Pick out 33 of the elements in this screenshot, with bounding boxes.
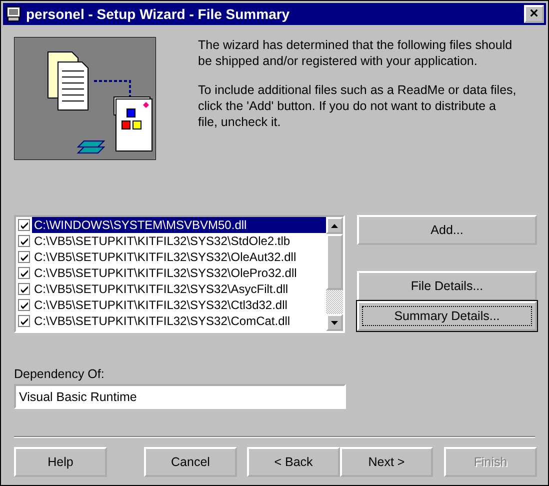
file-checkbox[interactable] bbox=[18, 299, 30, 311]
scrollbar[interactable] bbox=[326, 217, 343, 331]
side-button[interactable]: Add... bbox=[357, 215, 537, 245]
file-path[interactable]: C:\VB5\SETUPKIT\KITFIL32\SYS32\AsycFilt.dll bbox=[32, 281, 326, 297]
window-title: personel - Setup Wizard - File Summary bbox=[26, 6, 291, 22]
file-checkbox[interactable] bbox=[18, 251, 30, 263]
file-checkbox[interactable] bbox=[18, 267, 30, 279]
footer-button[interactable]: Help bbox=[14, 447, 107, 477]
file-checkbox[interactable] bbox=[18, 235, 30, 247]
file-list[interactable] bbox=[14, 215, 345, 333]
footer-button[interactable]: Next > bbox=[340, 447, 433, 477]
file-path[interactable]: C:\VB5\SETUPKIT\KITFIL32\SYS32\OlePro32.dll bbox=[32, 265, 326, 281]
file-path[interactable]: C:\VB5\SETUPKIT\KITFIL32\SYS32\Ctl3d32.dll bbox=[32, 297, 326, 313]
footer-button[interactable]: Cancel bbox=[144, 447, 237, 477]
scroll-thumb[interactable] bbox=[326, 234, 343, 290]
side-button[interactable]: Summary Details... bbox=[357, 301, 537, 331]
file-checkbox[interactable] bbox=[18, 315, 30, 327]
side-button[interactable]: File Details... bbox=[357, 271, 537, 301]
file-path[interactable]: C:\VB5\SETUPKIT\KITFIL32\SYS32\OleAut32.dll bbox=[32, 249, 326, 265]
file-path[interactable]: C:\WINDOWS\SYSTEM\MSVBVM50.dll bbox=[32, 217, 326, 233]
file-checkbox[interactable] bbox=[18, 219, 30, 231]
computer-icon bbox=[5, 5, 23, 23]
dependency-label: Dependency Of: bbox=[14, 367, 106, 381]
scroll-down-icon[interactable] bbox=[326, 314, 343, 331]
close-button[interactable]: × bbox=[524, 5, 544, 23]
dependency-field[interactable]: Visual Basic Runtime bbox=[14, 384, 346, 409]
file-checkbox[interactable] bbox=[18, 283, 30, 295]
scroll-up-icon[interactable] bbox=[326, 217, 343, 234]
intro-text: The wizard has determined that the following files should be shipped and/or registered with your application. bbox=[198, 37, 514, 69]
footer-button[interactable]: < Back bbox=[247, 447, 340, 477]
intro-text: To include additional files such as a ReadMe or data files, click the 'Add' button. If you do not want to distribute a file, uncheck it. bbox=[198, 82, 518, 130]
file-path[interactable]: C:\VB5\SETUPKIT\KITFIL32\SYS32\ComCat.dll bbox=[32, 313, 326, 329]
file-path[interactable]: C:\VB5\SETUPKIT\KITFIL32\SYS32\StdOle2.tlb bbox=[32, 233, 326, 249]
